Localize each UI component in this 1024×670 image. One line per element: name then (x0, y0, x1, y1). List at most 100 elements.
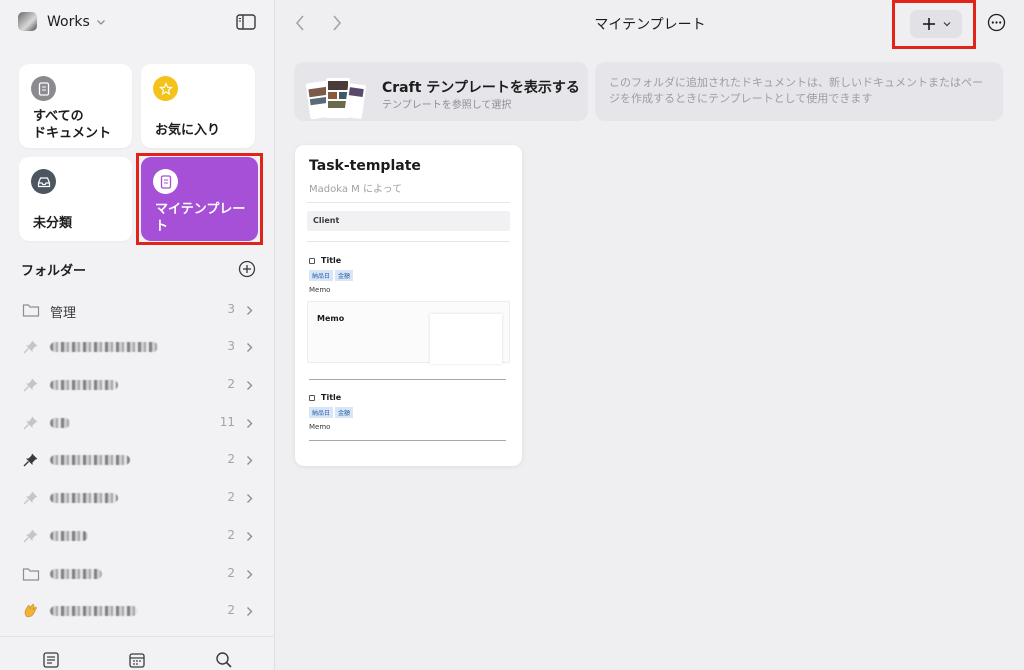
chevron-right-icon (247, 570, 253, 579)
smart-folder-label: すべての ドキュメント (33, 109, 112, 141)
folder-info-text: このフォルダに追加されたドキュメントは、新しいドキュメントまたはページを作成する… (595, 62, 1003, 121)
star-icon (153, 76, 178, 101)
add-folder-icon[interactable] (238, 260, 256, 278)
folder-count: 2 (227, 490, 235, 504)
folder-row[interactable]: 2 (0, 370, 275, 400)
folder-icon (22, 568, 40, 581)
chevron-right-icon (247, 607, 253, 616)
folder-count: 2 (227, 377, 235, 391)
folder-count: 3 (227, 339, 235, 353)
template-card[interactable]: Task-template Madoka M によって Client Title… (295, 145, 522, 466)
document-icon (31, 76, 56, 101)
folder-row[interactable]: 2 (0, 521, 275, 551)
chevron-right-icon (247, 419, 253, 428)
forward-chevron-icon[interactable] (331, 14, 343, 32)
folder-count: 2 (227, 566, 235, 580)
folder-name-obscured (50, 531, 88, 541)
chevron-right-icon (247, 494, 253, 503)
smart-folder-label: 未分類 (33, 216, 73, 231)
folder-count: 2 (227, 603, 235, 617)
template-title: Task-template (309, 158, 421, 174)
folder-name-obscured (50, 455, 130, 465)
folder-name: 管理 (50, 306, 77, 321)
workspace-switcher[interactable]: Works (18, 12, 106, 31)
preview-task: Title 納品日 金額 Memo (309, 256, 355, 294)
folder-row[interactable]: 管理 3 (0, 295, 275, 325)
document-list-icon[interactable] (42, 651, 60, 669)
folder-row[interactable]: 11 (0, 408, 275, 438)
pin-icon (23, 340, 38, 354)
folder-row[interactable]: 3 (0, 332, 275, 362)
folder-count: 11 (219, 415, 235, 429)
smart-folder-favorites[interactable]: お気に入り (141, 64, 255, 148)
folders-heading: フォルダー (21, 264, 87, 279)
folder-name-obscured (50, 380, 118, 390)
template-gallery-thumbnail (306, 78, 366, 120)
add-template-button[interactable] (910, 10, 962, 38)
folder-row[interactable]: 2 (0, 445, 275, 475)
task-tag: 金額 (335, 270, 354, 281)
divider (307, 241, 510, 242)
task-memo: Memo (309, 286, 331, 294)
waving-hand-icon (24, 604, 37, 618)
folder-count: 3 (227, 302, 235, 316)
pin-icon (23, 529, 38, 543)
task-tag: 納品日 (309, 407, 334, 418)
calendar-icon[interactable] (128, 651, 146, 669)
folder-row[interactable]: 2 (0, 483, 275, 513)
folder-count: 2 (227, 452, 235, 466)
workspace-avatar (18, 12, 37, 31)
chevron-right-icon (247, 343, 253, 352)
chevron-right-icon (247, 456, 253, 465)
more-options-icon[interactable] (987, 13, 1006, 32)
banner-title: Craft テンプレートを表示する (382, 80, 580, 96)
chevron-right-icon (247, 306, 253, 315)
divider (307, 202, 510, 203)
task-tag: 納品日 (309, 270, 334, 281)
divider (309, 440, 506, 441)
chevron-down-icon (943, 22, 950, 27)
plus-icon (922, 18, 935, 30)
checkbox-icon (309, 257, 315, 264)
task-memo: Memo (309, 423, 331, 431)
chevron-down-icon (96, 19, 105, 25)
divider (309, 379, 506, 380)
preview-memo-box: Memo (307, 301, 510, 364)
chevron-right-icon (247, 532, 253, 541)
preview-client-row: Client (307, 211, 510, 231)
task-tag: 金額 (335, 407, 354, 418)
template-author: Madoka M によって (309, 184, 403, 195)
task-title: Title (321, 256, 342, 265)
sidebar-bottom-toolbar (0, 636, 275, 670)
folder-name-obscured (50, 606, 138, 616)
search-icon[interactable] (215, 651, 233, 669)
folder-row[interactable]: 2 (0, 596, 275, 626)
task-title: Title (321, 393, 342, 402)
smart-folder-uncategorized[interactable]: 未分類 (19, 157, 132, 241)
sidebar: Works すべての ドキュメント お気に入り 未分類 マイテンプレート フォル… (0, 0, 275, 670)
folder-name-obscured (50, 342, 158, 352)
browse-templates-banner[interactable]: Craft テンプレートを表示する テンプレートを参照して選択 (294, 62, 588, 121)
preview-task: Title 納品日 金額 Memo (309, 393, 355, 431)
folder-name-obscured (50, 569, 102, 579)
chevron-right-icon (247, 381, 253, 390)
smart-folder-my-templates[interactable]: マイテンプレート (141, 157, 258, 241)
folder-name-obscured (50, 418, 70, 428)
folder-row[interactable]: 2 (0, 559, 275, 589)
pin-icon (23, 416, 38, 430)
page-title: マイテンプレート (594, 17, 706, 33)
pin-icon (23, 491, 38, 505)
smart-folder-label: マイテンプレート (155, 202, 246, 234)
memo-page-preview (430, 314, 502, 364)
smart-folder-all-documents[interactable]: すべての ドキュメント (19, 64, 132, 148)
template-icon (153, 169, 178, 194)
folder-name-obscured (50, 493, 118, 503)
sidebar-toggle-icon[interactable] (236, 14, 256, 30)
memo-box-title: Memo (317, 314, 345, 323)
inbox-icon (31, 169, 56, 194)
folder-count: 2 (227, 528, 235, 542)
banner-subtitle: テンプレートを参照して選択 (382, 100, 512, 111)
back-chevron-icon[interactable] (294, 14, 306, 32)
pin-icon (23, 378, 38, 392)
pin-icon (23, 453, 38, 467)
